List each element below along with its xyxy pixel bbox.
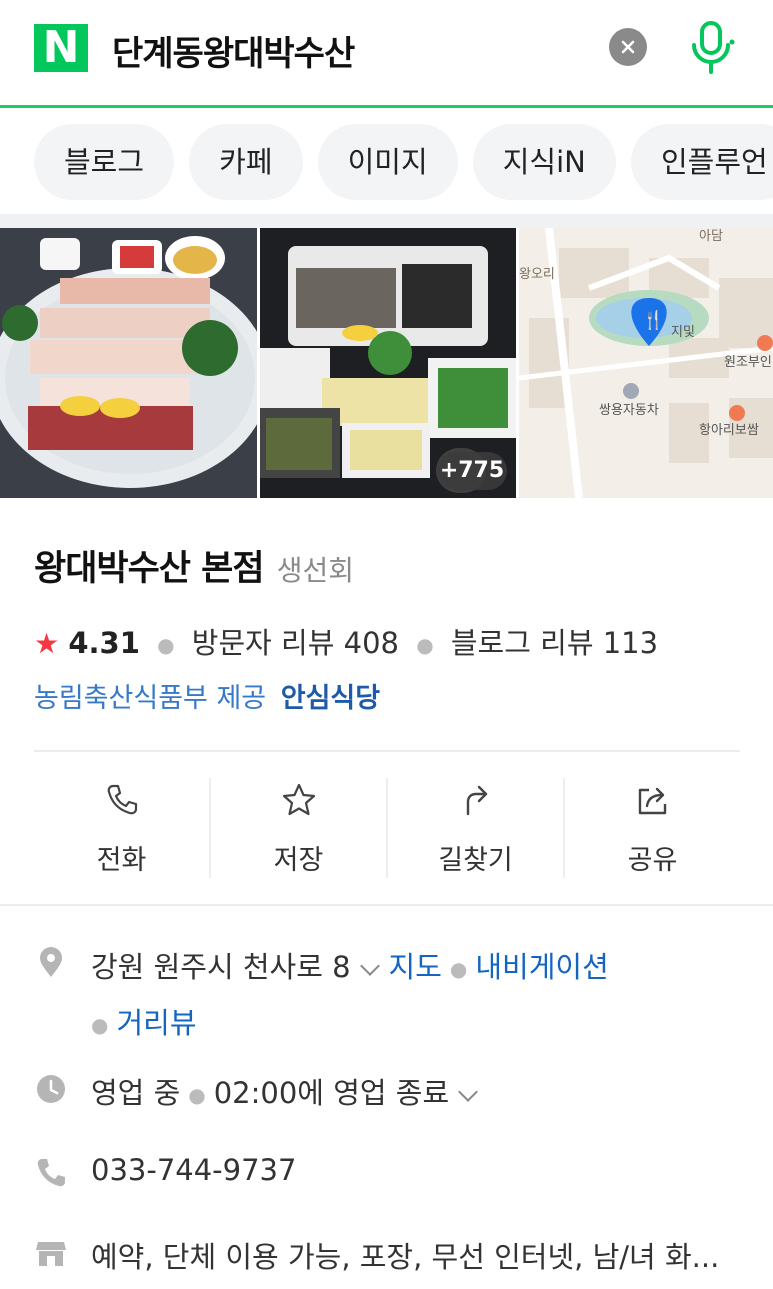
map-label: 지및 [671, 325, 695, 340]
place-title: 왕대박수산 본점 생선회 [34, 540, 354, 591]
microphone-icon[interactable] [686, 20, 736, 76]
address-text[interactable]: 강원 원주시 천사로 8 [91, 950, 351, 984]
place-category: 생선회 [276, 554, 354, 587]
safe-restaurant-badge: 안심식당 [280, 683, 381, 714]
rating-row: ★ 4.31 ● 방문자 리뷰 408 ● 블로그 리뷰 113 [34, 626, 659, 660]
tab-blog[interactable]: 블로그 [34, 124, 175, 200]
map-thumbnail[interactable]: 🍴 아담 왕오리 지및 원조부인 쌍용자동차 항아리보쌈 [519, 228, 773, 498]
map-label: 왕오리 [519, 267, 555, 282]
share-button[interactable]: 공유 [565, 778, 740, 878]
photo-more-count[interactable]: +775 [437, 452, 507, 490]
amenities-text[interactable]: 예약, 단체 이용 가능, 포장, 무선 인터넷, 남/녀 화... [91, 1240, 719, 1274]
place-name[interactable]: 왕대박수산 본점 [34, 549, 265, 589]
navigation-link[interactable]: 내비게이션 [475, 950, 608, 984]
blog-reviews-link[interactable]: 블로그 리뷰 113 [451, 626, 658, 660]
clear-icon[interactable] [609, 28, 647, 66]
svg-text:🍴: 🍴 [642, 309, 664, 331]
search-header: N 단계동왕대박수산 [0, 0, 773, 108]
address-row: 강원 원주시 천사로 8 지도 ● 내비게이션 ● 거리뷰 [34, 944, 740, 1040]
directions-label: 길찾기 [438, 845, 513, 876]
certification-row[interactable]: 농림축산식품부 제공 안심식당 [34, 676, 380, 715]
phone-number[interactable]: 033-744-9737 [91, 1153, 296, 1187]
tab-kin[interactable]: 지식iN [472, 124, 616, 200]
share-icon [638, 787, 666, 815]
store-icon [36, 1242, 66, 1266]
naver-logo[interactable]: N [34, 24, 88, 72]
hours-row: 영업 중 ● 02:00에 영업 종료 [34, 1070, 740, 1110]
divider [0, 904, 773, 906]
photo-sashimi-platter[interactable] [0, 228, 257, 498]
amenities-row: 예약, 단체 이용 가능, 포장, 무선 인터넷, 남/녀 화... [34, 1234, 740, 1274]
certification-source: 농림축산식품부 제공 [34, 683, 267, 714]
tab-image[interactable]: 이미지 [317, 124, 458, 200]
tab-cafe[interactable]: 카페 [189, 124, 303, 200]
call-label: 전화 [96, 845, 147, 876]
street-view-link[interactable]: 거리뷰 [116, 1006, 196, 1040]
section-divider [0, 214, 773, 228]
star-icon [282, 783, 315, 816]
rating-score: 4.31 [68, 626, 140, 660]
map-link[interactable]: 지도 [389, 950, 442, 984]
location-pin-icon [40, 947, 62, 977]
chevron-down-icon[interactable] [359, 956, 380, 976]
chevron-down-icon[interactable] [458, 1082, 479, 1102]
open-status: 영업 중 [91, 1076, 181, 1110]
save-button[interactable]: 저장 [211, 778, 388, 878]
star-icon: ★ [34, 627, 60, 660]
action-bar: 전화 저장 길찾기 공유 [34, 778, 740, 878]
directions-icon [466, 785, 487, 816]
call-button[interactable]: 전화 [34, 778, 211, 878]
photo-strip: 🍴 아담 왕오리 지및 원조부인 쌍용자동차 항아리보쌈 [0, 228, 773, 498]
map-label: 원조부인 [724, 355, 772, 370]
save-label: 저장 [273, 845, 324, 876]
map-label: 항아리보쌈 [699, 423, 759, 438]
tab-influencer[interactable]: 인플루언 [630, 124, 773, 200]
visitor-reviews-link[interactable]: 방문자 리뷰 408 [192, 626, 399, 660]
directions-button[interactable]: 길찾기 [388, 778, 565, 878]
category-tabs: 블로그 카페 이미지 지식iN 인플루언 [0, 108, 773, 214]
search-query[interactable]: 단계동왕대박수산 [112, 26, 355, 75]
phone-icon [37, 1159, 65, 1187]
phone-icon [107, 784, 137, 815]
map-label: 아담 [699, 229, 723, 244]
closing-time[interactable]: 02:00에 영업 종료 [214, 1076, 449, 1110]
map-label: 쌍용자동차 [599, 403, 659, 418]
share-label: 공유 [627, 845, 678, 876]
clock-icon [37, 1075, 65, 1103]
phone-row: 033-744-9737 [34, 1153, 740, 1193]
divider [34, 750, 740, 752]
